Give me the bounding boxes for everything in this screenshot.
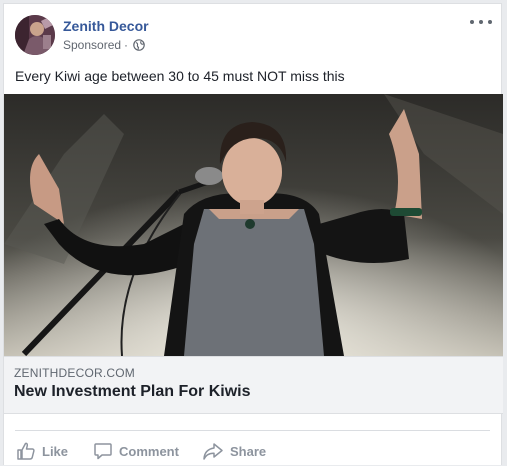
comment-icon <box>94 443 112 460</box>
like-label: Like <box>42 443 69 459</box>
like-icon <box>17 442 35 460</box>
link-domain: ZENITHDECOR.COM <box>14 366 135 380</box>
post-message: Every Kiwi age between 30 to 45 must NOT… <box>15 68 345 84</box>
page-avatar[interactable] <box>15 15 55 55</box>
sponsored-row: Sponsored · <box>63 38 145 52</box>
share-button[interactable]: Share <box>202 440 266 462</box>
globe-icon <box>133 39 145 51</box>
post-header: Zenith Decor Sponsored · <box>4 4 501 62</box>
link-preview[interactable]: ZENITHDECOR.COM New Investment Plan For … <box>4 356 503 414</box>
avatar-image <box>15 15 55 55</box>
sponsored-label[interactable]: Sponsored <box>63 38 121 52</box>
post-actions: Like Comment Share <box>4 436 501 466</box>
page-name-link[interactable]: Zenith Decor <box>63 18 149 34</box>
sponsored-post-card: Zenith Decor Sponsored · Every Kiwi age … <box>3 3 503 466</box>
share-label: Share <box>230 443 267 459</box>
post-image[interactable] <box>4 94 503 356</box>
link-title[interactable]: New Investment Plan For Kiwis <box>14 383 251 401</box>
comment-label: Comment <box>119 443 179 459</box>
share-icon <box>203 443 223 460</box>
like-button[interactable]: Like <box>16 440 68 462</box>
meta-separator: · <box>124 38 129 52</box>
actions-divider <box>15 430 490 431</box>
speaker-photo <box>4 94 503 356</box>
comment-button[interactable]: Comment <box>93 440 179 462</box>
more-options-icon[interactable] <box>470 16 492 28</box>
